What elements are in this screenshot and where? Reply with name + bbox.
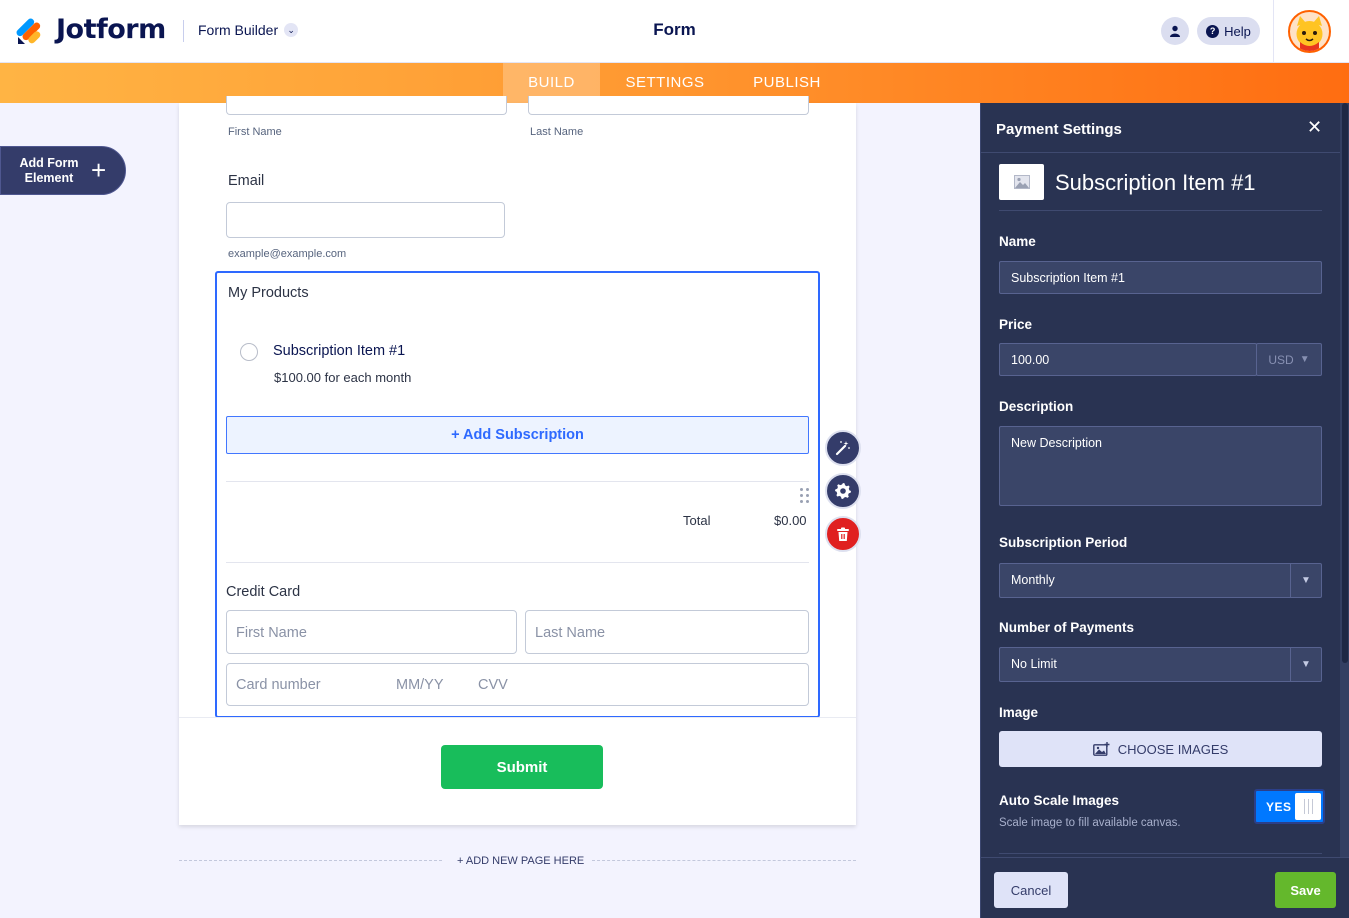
panel-scrollbar[interactable] — [1340, 103, 1349, 857]
jotform-logo-icon — [16, 15, 44, 45]
form-builder-label: Form Builder — [198, 22, 279, 38]
close-icon[interactable]: ✕ — [1307, 117, 1322, 138]
help-icon: ? — [1206, 24, 1220, 38]
header-divider — [183, 20, 184, 42]
first-name-input[interactable] — [226, 96, 507, 115]
number-of-payments-select[interactable]: No Limit ▼ — [999, 647, 1322, 682]
magic-wand-icon — [835, 441, 850, 456]
panel-header-divider — [981, 152, 1340, 153]
name-input[interactable]: Subscription Item #1 — [999, 261, 1322, 294]
auto-scale-label: Auto Scale Images — [999, 793, 1120, 808]
description-textarea[interactable]: New Description — [999, 426, 1322, 506]
currency-select[interactable]: USD ▼ — [1256, 343, 1322, 376]
jotform-logo[interactable]: Jotform — [16, 14, 166, 45]
product-item-price: $100.00 for each month — [274, 370, 412, 385]
page-break-line-left — [179, 860, 442, 861]
page-break-line-right — [592, 860, 856, 861]
item-heading: Subscription Item #1 — [1055, 170, 1256, 195]
delete-button[interactable] — [825, 516, 861, 552]
choose-images-button[interactable]: CHOOSE IMAGES — [999, 731, 1322, 767]
scrollbar-thumb[interactable] — [1342, 103, 1348, 663]
payment-settings-panel: Payment Settings ✕ Subscription Item #1 … — [980, 103, 1349, 918]
help-label: Help — [1224, 23, 1251, 39]
gear-icon — [835, 483, 851, 499]
select-arrow-icon: ▼ — [1290, 648, 1321, 681]
chevron-down-icon: ⌄ — [284, 23, 299, 37]
form-builder-menu[interactable]: Form Builder ⌄ — [198, 22, 299, 38]
avatar-divider — [1273, 0, 1274, 63]
trash-icon — [837, 527, 849, 541]
total-label: Total — [683, 513, 711, 528]
name-label: Name — [999, 234, 1036, 249]
auto-scale-state: YES — [1266, 800, 1292, 814]
save-button[interactable]: Save — [1275, 872, 1336, 908]
submit-divider — [179, 717, 856, 718]
magic-wand-button[interactable] — [825, 430, 861, 466]
currency-value: USD — [1268, 352, 1294, 367]
item-heading-divider — [999, 210, 1322, 211]
product-item-name: Subscription Item #1 — [273, 343, 406, 359]
email-label: Email — [228, 173, 265, 189]
add-form-element-button[interactable]: Add Form Element + — [0, 146, 126, 195]
products-divider — [226, 481, 809, 482]
cc-first-name-placeholder: First Name — [236, 625, 307, 641]
subscription-period-label: Subscription Period — [999, 535, 1128, 550]
plus-icon: + — [91, 155, 107, 185]
panel-footer: Cancel Save — [981, 857, 1349, 918]
subscription-period-value: Monthly — [1011, 573, 1055, 587]
number-of-payments-label: Number of Payments — [999, 620, 1135, 635]
auto-scale-divider — [999, 853, 1322, 854]
add-form-element-label: Add Form Element — [19, 156, 79, 185]
cvv-placeholder: CVV — [478, 677, 508, 693]
brand-name: Jotform — [56, 14, 166, 45]
choose-images-label: CHOOSE IMAGES — [1117, 741, 1229, 757]
total-value: $0.00 — [774, 513, 807, 528]
first-name-sublabel: First Name — [228, 126, 282, 138]
add-subscription-button[interactable]: + Add Subscription — [226, 416, 809, 454]
number-of-payments-value: No Limit — [1011, 657, 1057, 671]
user-icon — [1170, 25, 1180, 37]
credit-card-label: Credit Card — [226, 584, 301, 600]
email-sublabel: example@example.com — [228, 248, 347, 260]
add-new-page-link[interactable]: + ADD NEW PAGE HERE — [457, 855, 584, 867]
product-radio[interactable] — [240, 343, 258, 361]
auto-scale-toggle[interactable]: YES — [1254, 789, 1325, 824]
top-bar: Jotform Form Builder ⌄ Form ? Help — [0, 0, 1349, 63]
image-label: Image — [999, 705, 1039, 720]
toggle-knob — [1295, 793, 1321, 820]
price-input[interactable]: 100.00 — [999, 343, 1257, 376]
user-button[interactable] — [1161, 17, 1189, 45]
total-divider — [226, 562, 809, 563]
auto-scale-help: Scale image to fill available canvas. — [999, 817, 1181, 829]
select-arrow-icon: ▼ — [1299, 354, 1310, 365]
help-button[interactable]: ? Help — [1197, 17, 1260, 45]
last-name-input[interactable] — [528, 96, 809, 115]
select-arrow-icon: ▼ — [1290, 564, 1321, 597]
products-label: My Products — [228, 285, 309, 301]
image-icon — [1092, 742, 1110, 756]
cancel-button[interactable]: Cancel — [994, 872, 1068, 908]
price-label: Price — [999, 317, 1033, 332]
settings-button[interactable] — [825, 473, 861, 509]
avatar[interactable] — [1288, 10, 1331, 53]
submit-button[interactable]: Submit — [441, 745, 603, 789]
panel-title: Payment Settings — [996, 121, 1122, 138]
card-number-placeholder: Card number — [236, 677, 321, 693]
last-name-sublabel: Last Name — [530, 126, 584, 138]
image-icon — [1013, 175, 1030, 189]
expiry-placeholder: MM/YY — [396, 677, 444, 693]
cc-last-name-placeholder: Last Name — [535, 625, 606, 641]
item-image-thumbnail[interactable] — [999, 164, 1044, 200]
subscription-period-select[interactable]: Monthly ▼ — [999, 563, 1322, 598]
description-label: Description — [999, 399, 1074, 414]
drag-handle-icon[interactable] — [800, 488, 810, 504]
email-input[interactable] — [226, 202, 505, 238]
